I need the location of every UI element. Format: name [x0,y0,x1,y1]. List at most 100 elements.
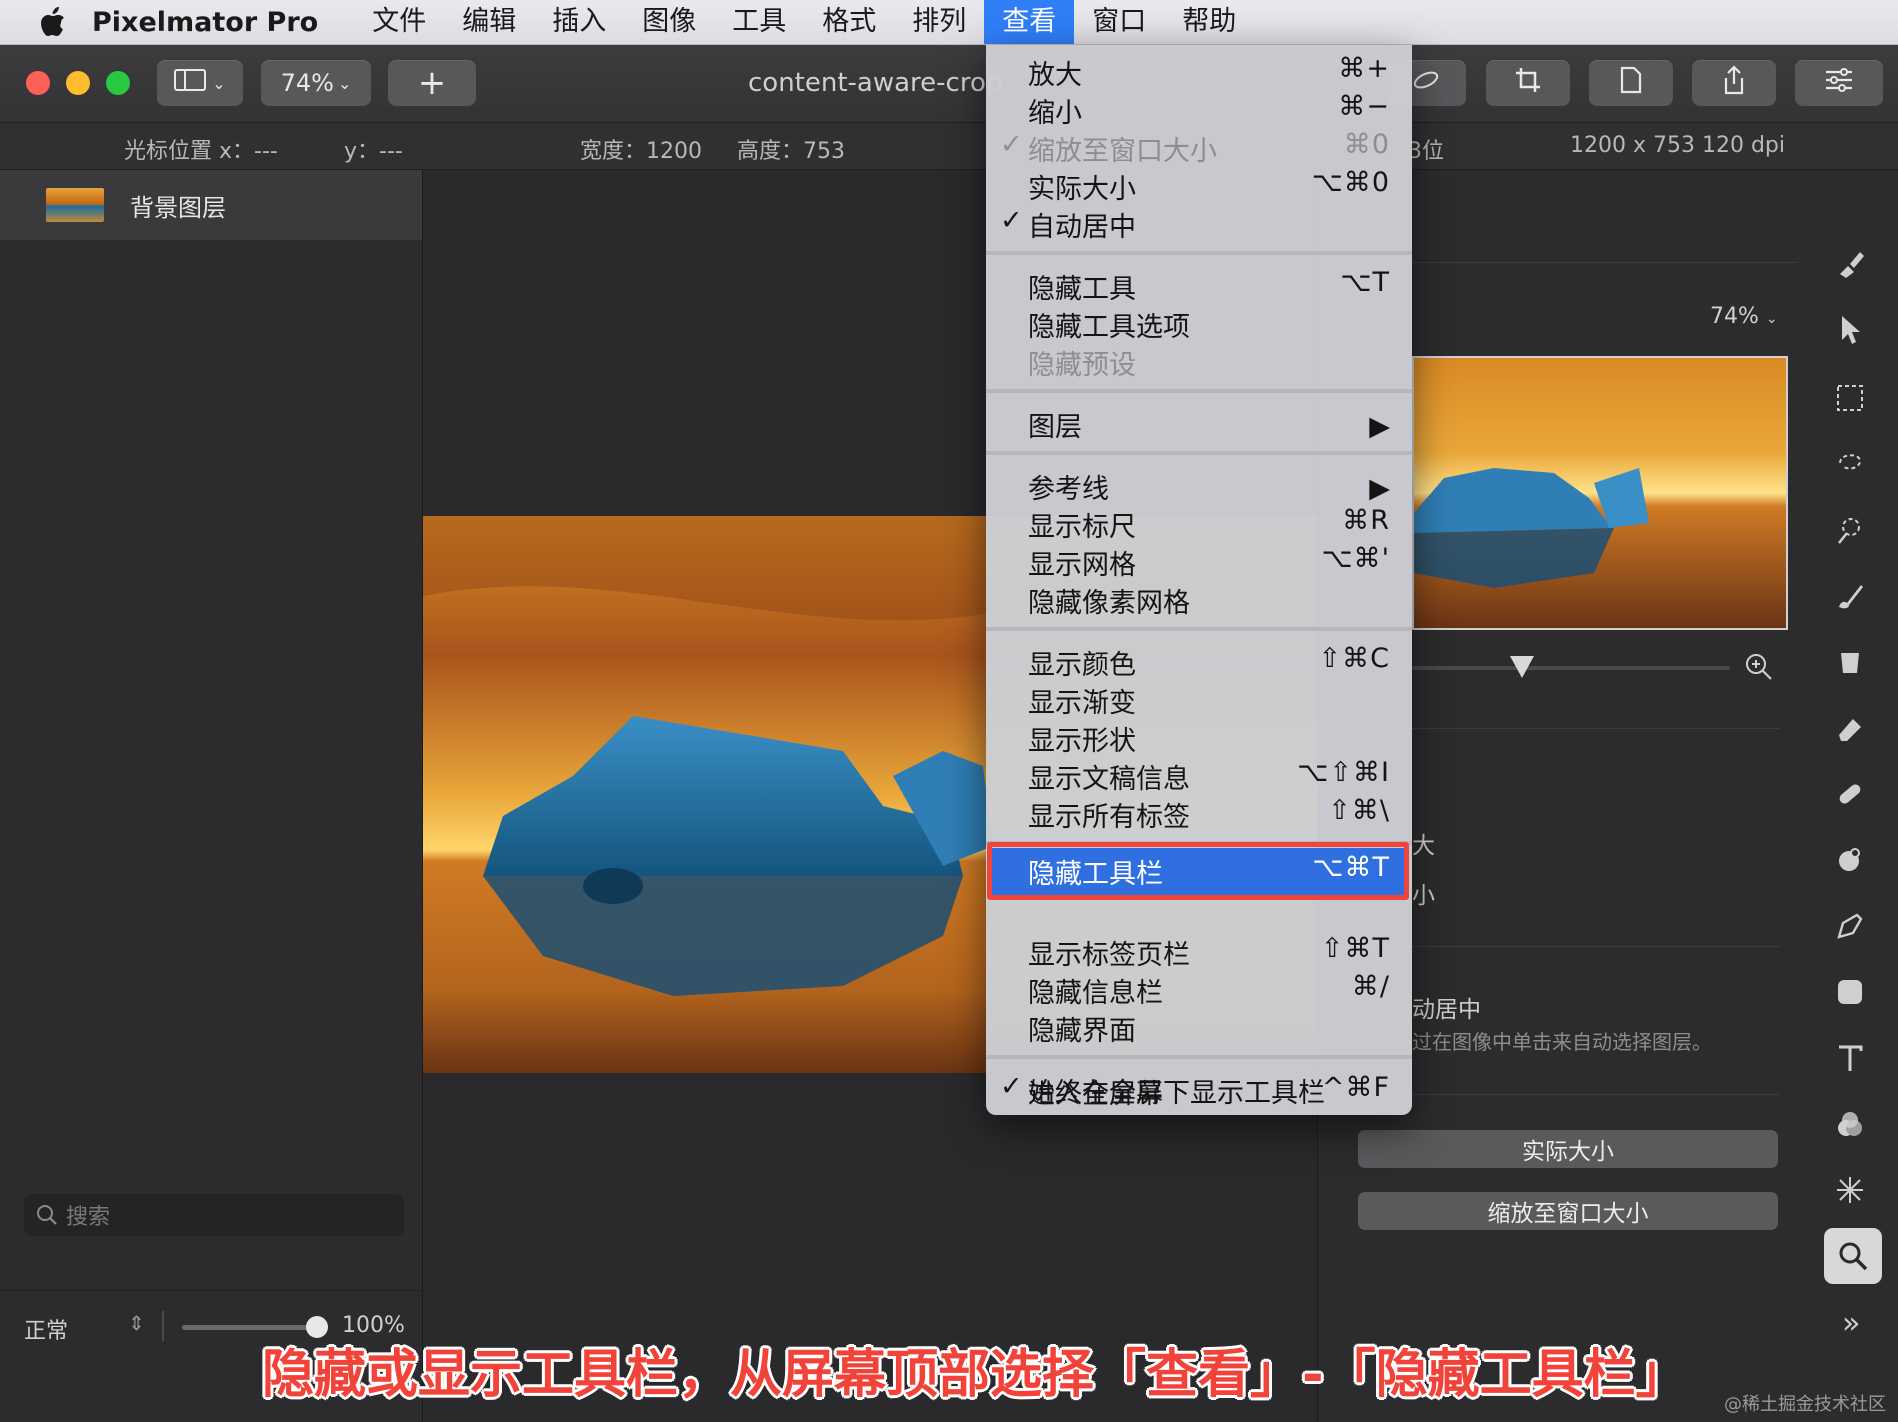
share-button[interactable] [1692,60,1776,106]
menu-view[interactable]: 查看 [984,0,1075,44]
layers-search-field[interactable]: 搜索 [24,1194,404,1236]
zoom-dropdown[interactable]: 74% ⌄ [261,60,371,106]
sliders-icon [1824,67,1854,99]
menu-item-enter-fullscreen[interactable]: 进入全屏幕 ^⌘F [986,1072,1412,1110]
actual-size-button[interactable]: 实际大小 [1358,1130,1778,1168]
navigator-zoom-slider-knob[interactable] [1510,656,1534,678]
menu-item-show-gradients[interactable]: 显示渐变 [986,681,1412,719]
sidebar-icon [174,68,207,98]
paint-icon [1411,68,1441,98]
paint-bucket-icon[interactable] [1832,644,1868,680]
type-icon[interactable] [1832,1040,1868,1076]
more-tools-icon[interactable]: » [1842,1306,1860,1341]
share-icon [1722,65,1746,101]
menu-item-hide-tools[interactable]: 隐藏工具 ⌥T [986,267,1412,305]
crop-icon [1514,66,1542,100]
width-readout: 宽度：1200 [580,139,702,164]
eraser-icon[interactable] [1832,710,1868,746]
shape-icon[interactable] [1832,974,1868,1010]
zoom-window-button[interactable] [106,71,130,95]
arrange-tool-icon[interactable] [1832,312,1868,348]
menu-item-guides[interactable]: 参考线 ▶ [986,467,1412,505]
menu-item-hide-interface[interactable]: 隐藏界面 [986,1009,1412,1047]
menu-image[interactable]: 图像 [624,0,714,44]
menu-item-zoom-in[interactable]: 放大 ⌘+ [986,53,1412,91]
zoom-in-option[interactable]: 大 [1412,826,1435,860]
layer-thumbnail [46,188,104,222]
layer-row[interactable]: 背景图层 [0,170,422,240]
app-name-menu[interactable]: Pixelmator Pro [92,7,318,38]
chevron-down-icon: ⌄ [1765,311,1778,327]
fit-window-button[interactable]: 缩放至窗口大小 [1358,1192,1778,1230]
menu-item-hide-info-bar[interactable]: 隐藏信息栏 ⌘/ [986,971,1412,1009]
magnifier-icon [1837,1240,1869,1272]
rectangular-selection-icon[interactable] [1832,380,1868,416]
freeform-selection-icon[interactable] [1832,446,1868,482]
zoom-in-icon[interactable] [1744,652,1774,682]
cursor-y-readout: y：--- [344,139,403,164]
image-dimensions-readout: 1200 x 753 120 dpi [1570,133,1786,158]
menu-file[interactable]: 文件 [354,0,444,44]
navigator-zoom-slider-track[interactable] [1412,666,1730,670]
repair-icon[interactable] [1832,776,1868,812]
quick-selection-icon[interactable] [1832,512,1868,548]
auto-select-hint: 过在图像中单击来自动选择图层。 [1412,1030,1712,1054]
up-down-chevron-icon: ⇕ [128,1311,145,1335]
menu-item-show-all-tabs[interactable]: 显示所有标签 ⇧⌘\ [986,795,1412,833]
navigator-preview[interactable] [1412,356,1788,630]
document-button[interactable] [1589,60,1673,106]
zoom-value: 74% [280,69,334,97]
color-adjust-icon[interactable] [1832,1106,1868,1142]
close-window-button[interactable] [26,71,50,95]
clone-icon[interactable] [1832,842,1868,878]
menu-item-show-document-info[interactable]: 显示文稿信息 ⌥⇧⌘I [986,757,1412,795]
menu-item-hide-presets: 隐藏预设 [1028,350,1136,381]
distort-icon[interactable] [1832,1172,1868,1208]
menu-insert[interactable]: 插入 [534,0,624,44]
zoom-tool-button[interactable] [1824,1228,1882,1284]
menu-arrange[interactable]: 排列 [894,0,984,44]
navigator-zoom-value: 74% [1710,304,1759,329]
add-button[interactable]: + [388,60,476,106]
menu-item-auto-center[interactable]: ✓ 自动居中 [986,205,1412,243]
adjustments-button[interactable] [1795,60,1883,106]
watermark: @稀土掘金技术社区 [1724,1394,1886,1415]
menu-edit[interactable]: 编辑 [444,0,534,44]
zoom-out-option[interactable]: 小 [1412,876,1435,910]
menu-separator [986,251,1412,255]
document-title: content-aware-crop [748,68,1003,98]
minimize-window-button[interactable] [66,71,90,95]
menu-help[interactable]: 帮助 [1164,0,1254,44]
style-tool-icon[interactable] [1832,246,1868,282]
menu-item-zoom-to-fit: ✓ 缩放至窗口大小 ⌘0 [1000,129,1390,167]
auto-center-option[interactable]: 动居中 [1412,990,1481,1024]
opacity-slider-track[interactable] [182,1325,317,1330]
navigator-zoom-dropdown[interactable]: 74% ⌄ [1710,304,1778,329]
plus-icon: + [417,63,447,103]
menu-item-hide-pixel-grid[interactable]: 隐藏像素网格 [986,581,1412,619]
menu-item-show-colors[interactable]: 显示颜色 ⇧⌘C [986,643,1412,681]
menu-item-show-grid[interactable]: 显示网格 ⌥⌘' [986,543,1412,581]
menu-item-hide-tool-options[interactable]: 隐藏工具选项 [986,305,1412,343]
menu-item-show-tab-bar[interactable]: 显示标签页栏 ⇧⌘T [986,933,1412,971]
menu-separator [986,1055,1412,1059]
cursor-x-readout: 光标位置 x：--- [124,139,278,164]
sidebar-toggle-button[interactable]: ⌄ [157,60,243,106]
menu-item-layers[interactable]: 图层 ▶ [986,405,1412,443]
menu-window[interactable]: 窗口 [1074,0,1164,44]
menu-item-zoom-out[interactable]: 缩小 ⌘− [986,91,1412,129]
paint-brush-icon[interactable] [1832,578,1868,614]
menu-item-actual-size[interactable]: 实际大小 ⌥⌘0 [986,167,1412,205]
blend-mode-select[interactable]: 正常 [24,1313,68,1345]
menu-tools[interactable]: 工具 [714,0,804,44]
divider [1358,262,1798,263]
menu-item-show-rulers[interactable]: 显示标尺 ⌘R [986,505,1412,543]
info-bar: 光标位置 x：--- y：--- 宽度：1200 高度：753 3位 1200 … [0,123,1898,170]
crop-button[interactable] [1486,60,1570,106]
pen-icon[interactable] [1832,908,1868,944]
menu-item-show-shapes[interactable]: 显示形状 [986,719,1412,757]
apple-icon[interactable] [40,7,70,37]
menu-format[interactable]: 格式 [804,0,894,44]
chevron-down-icon: ⌄ [337,73,352,93]
annotation-highlight-box [987,842,1409,900]
